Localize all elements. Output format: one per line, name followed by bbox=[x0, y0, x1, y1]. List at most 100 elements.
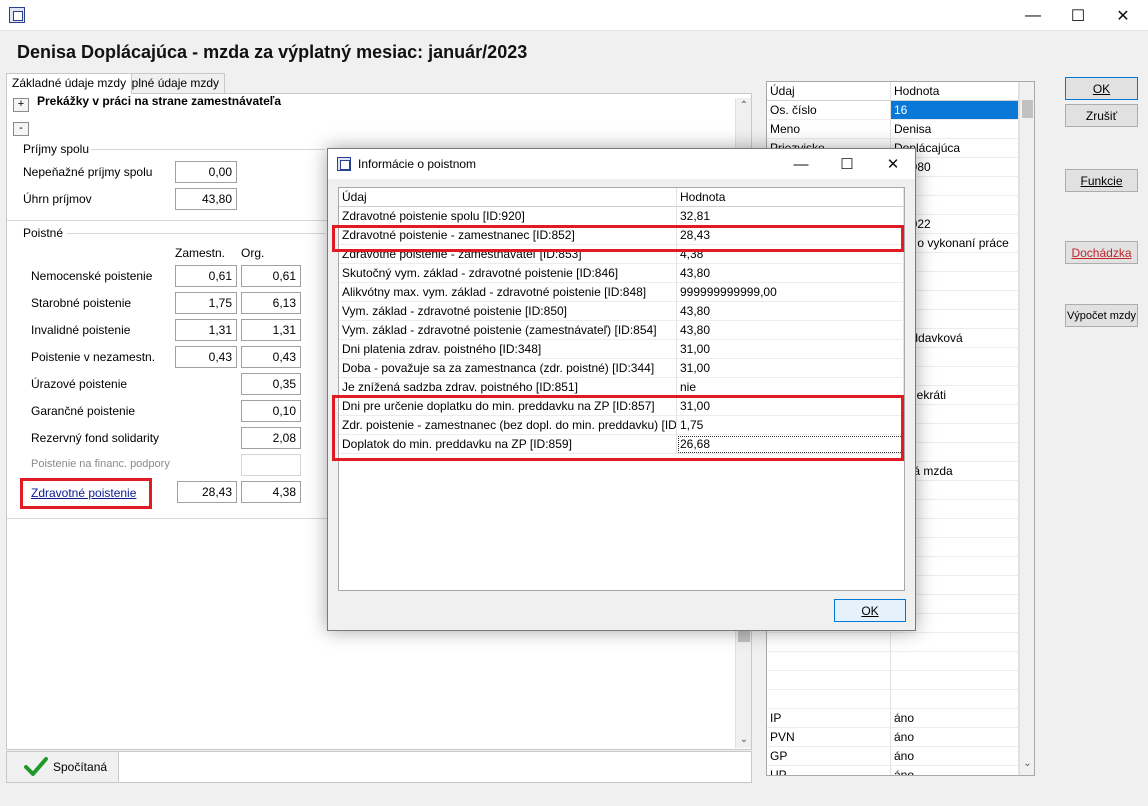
check-icon bbox=[24, 757, 48, 776]
pension-org-field[interactable]: 6,13 bbox=[241, 292, 301, 314]
dialog-list-row[interactable]: Vym. základ - zdravotné poistenie (zames… bbox=[339, 321, 904, 340]
health-org-field[interactable]: 4,38 bbox=[241, 481, 301, 503]
dialog-close-icon[interactable]: ✕ bbox=[870, 149, 916, 179]
functions-button-label: Funkcie bbox=[1080, 174, 1123, 188]
non-cash-income-field[interactable]: 0,00 bbox=[175, 161, 237, 183]
grid-row[interactable]: PVN áno bbox=[767, 728, 1019, 747]
functions-button[interactable]: Funkcie bbox=[1065, 169, 1138, 192]
dialog-minimize-icon[interactable]: — bbox=[778, 149, 824, 179]
field-label: Rezervný fond solidarity bbox=[31, 431, 160, 445]
disability-emp-field[interactable]: 1,31 bbox=[175, 319, 237, 341]
unemployment-org-field[interactable]: 0,43 bbox=[241, 346, 301, 368]
dialog-cell-value: 43,80 bbox=[677, 321, 904, 340]
grid-cell-value bbox=[891, 690, 1019, 709]
dialog-cell-key: Vym. základ - zdravotné poistenie (zames… bbox=[339, 321, 677, 340]
grid-scrollbar[interactable]: ⌄ bbox=[1019, 82, 1034, 775]
field-label: Úrazové poistenie bbox=[31, 377, 128, 391]
group-line bbox=[67, 233, 325, 234]
grid-row[interactable] bbox=[767, 652, 1019, 671]
tab-basic[interactable]: Základné údaje mzdy bbox=[6, 73, 133, 94]
dialog-list-row[interactable]: Doba - považuje sa za zamestnanca (zdr. … bbox=[339, 359, 904, 378]
dialog-maximize-icon[interactable]: ☐ bbox=[824, 149, 870, 179]
grid-col-header[interactable]: Hodnota bbox=[891, 82, 1019, 101]
dialog-cell-value: 999999999999,00 bbox=[677, 283, 904, 302]
grid-row[interactable]: Meno Denisa bbox=[767, 120, 1019, 139]
section-header: Prekážky v práci na strane zamestnávateľ… bbox=[37, 94, 282, 108]
ok-button[interactable]: OK bbox=[1065, 77, 1138, 100]
dialog-cell-value: 43,80 bbox=[677, 264, 904, 283]
dialog-cell-value: 43,80 bbox=[677, 302, 904, 321]
highlight-frame bbox=[332, 395, 904, 461]
dialog-cell-key: Zdravotné poistenie spolu [ID:920] bbox=[339, 207, 677, 226]
grid-cell-key bbox=[767, 652, 891, 671]
attendance-button[interactable]: Dochádzka bbox=[1065, 241, 1138, 264]
dialog-list-header: Údaj Hodnota bbox=[339, 188, 904, 207]
grid-row[interactable] bbox=[767, 671, 1019, 690]
dialog-ok-label: OK bbox=[861, 604, 879, 618]
field-label: Nepeňažné príjmy spolu bbox=[23, 165, 153, 179]
health-insurance-link[interactable]: Zdravotné poistenie bbox=[31, 486, 136, 500]
unemployment-emp-field[interactable]: 0,43 bbox=[175, 346, 237, 368]
grid-row[interactable]: IP áno bbox=[767, 709, 1019, 728]
status-bar: Spočítaná bbox=[6, 751, 752, 783]
dialog-cell-key: Skutočný vym. základ - zdravotné poisten… bbox=[339, 264, 677, 283]
scroll-thumb[interactable] bbox=[1022, 100, 1033, 118]
total-income-field[interactable]: 43,80 bbox=[175, 188, 237, 210]
dialog-cell-key: Doba - považuje sa za zamestnanca (zdr. … bbox=[339, 359, 677, 378]
sickness-org-field[interactable]: 0,61 bbox=[241, 265, 301, 287]
field-label: Úhrn príjmov bbox=[23, 192, 92, 206]
maximize-icon[interactable]: ☐ bbox=[1055, 0, 1101, 31]
dialog-list-row[interactable]: Dni platenia zdrav. poistného [ID:348] 31… bbox=[339, 340, 904, 359]
grid-cell-value: 16 bbox=[891, 101, 1019, 120]
pension-emp-field[interactable]: 1,75 bbox=[175, 292, 237, 314]
grid-row[interactable] bbox=[767, 633, 1019, 652]
close-icon[interactable]: ✕ bbox=[1100, 0, 1146, 31]
field-label: Garančné poistenie bbox=[31, 404, 136, 418]
grid-cell-key: Os. číslo bbox=[767, 101, 891, 120]
scroll-down-icon[interactable]: ⌄ bbox=[1020, 758, 1034, 769]
dialog-list-row[interactable]: Zdravotné poistenie spolu [ID:920] 32,81 bbox=[339, 207, 904, 226]
field-label: Invalidné poistenie bbox=[31, 323, 131, 337]
dialog-list-row[interactable]: Skutočný vym. základ - zdravotné poisten… bbox=[339, 264, 904, 283]
collapse-button[interactable]: - bbox=[13, 122, 29, 136]
dialog-cell-key: Vym. základ - zdravotné poistenie [ID:85… bbox=[339, 302, 677, 321]
grid-cell-value: áno bbox=[891, 747, 1019, 766]
grid-col-header[interactable]: Údaj bbox=[767, 82, 891, 101]
dialog-list-row[interactable]: Vym. základ - zdravotné poistenie [ID:85… bbox=[339, 302, 904, 321]
field-label: Poistenie v nezamestn. bbox=[31, 350, 156, 364]
dialog-col-header[interactable]: Údaj bbox=[339, 188, 677, 207]
grid-row[interactable]: Os. číslo 16 bbox=[767, 101, 1019, 120]
app-icon bbox=[9, 7, 25, 23]
health-emp-field[interactable]: 28,43 bbox=[177, 481, 237, 503]
ok-button-label: OK bbox=[1092, 82, 1111, 96]
scroll-down-icon[interactable]: ⌄ bbox=[736, 734, 752, 745]
dialog-col-header[interactable]: Hodnota bbox=[677, 188, 904, 207]
cancel-button[interactable]: Zrušiť bbox=[1065, 104, 1138, 127]
disability-org-field[interactable]: 1,31 bbox=[241, 319, 301, 341]
status-segment: Spočítaná bbox=[7, 752, 119, 782]
financial-support-org-field bbox=[241, 454, 301, 476]
grid-cell-key bbox=[767, 690, 891, 709]
grid-cell-value bbox=[891, 633, 1019, 652]
grid-cell-value: Denisa bbox=[891, 120, 1019, 139]
grid-row[interactable]: GP áno bbox=[767, 747, 1019, 766]
guarantee-org-field[interactable]: 0,10 bbox=[241, 400, 301, 422]
accident-org-field[interactable]: 0,35 bbox=[241, 373, 301, 395]
dialog-list-row[interactable]: Alikvótny max. vym. základ - zdravotné p… bbox=[339, 283, 904, 302]
grid-row[interactable]: UP áno bbox=[767, 766, 1019, 775]
dialog-cell-key: Dni platenia zdrav. poistného [ID:348] bbox=[339, 340, 677, 359]
scroll-up-icon[interactable]: ⌃ bbox=[736, 100, 752, 111]
solidarity-fund-org-field[interactable]: 2,08 bbox=[241, 427, 301, 449]
payroll-calc-button[interactable]: Výpočet mzdy bbox=[1065, 304, 1138, 327]
tab-full[interactable]: Úplné údaje mzdy bbox=[117, 73, 226, 93]
grid-row[interactable] bbox=[767, 690, 1019, 709]
expand-button[interactable]: + bbox=[13, 98, 29, 112]
field-label: Starobné poistenie bbox=[31, 296, 132, 310]
dialog-titlebar: Informácie o poistnom — ☐ ✕ bbox=[328, 149, 915, 179]
sickness-emp-field[interactable]: 0,61 bbox=[175, 265, 237, 287]
dialog-ok-button[interactable]: OK bbox=[834, 599, 906, 622]
field-label: Poistenie na financ. podpory bbox=[31, 458, 170, 470]
group-line bbox=[7, 518, 327, 519]
minimize-icon[interactable]: — bbox=[1010, 0, 1056, 31]
col-employee-header: Zamestn. bbox=[175, 246, 226, 260]
